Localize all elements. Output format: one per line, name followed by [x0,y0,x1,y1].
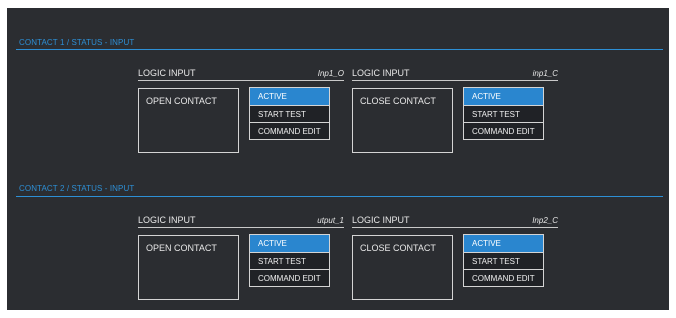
contact-label: OPEN CONTACT [146,243,217,253]
command-stack: ACTIVE START TEST COMMAND EDIT [463,234,544,287]
start-test-button[interactable]: START TEST [250,105,329,122]
logic-input-group-inp1-c: LOGIC INPUT inp1_C CLOSE CONTACT ACTIVE … [352,68,558,158]
logic-input-label: LOGIC INPUT [352,215,410,225]
open-contact-box[interactable]: OPEN CONTACT [138,88,239,153]
section-title-contact-2: CONTACT 2 / STATUS - INPUT [19,184,135,193]
command-stack: ACTIVE START TEST COMMAND EDIT [463,87,544,140]
logic-input-code: utput_1 [317,216,344,225]
start-test-button[interactable]: START TEST [464,252,543,269]
logic-input-underline [352,80,558,81]
start-test-button[interactable]: START TEST [250,252,329,269]
active-button[interactable]: ACTIVE [464,235,543,252]
logic-input-underline [138,227,344,228]
active-button[interactable]: ACTIVE [250,235,329,252]
active-button[interactable]: ACTIVE [464,88,543,105]
logic-input-underline [138,80,344,81]
logic-input-underline [352,227,558,228]
logic-input-group-inp2-c: LOGIC INPUT Inp2_C CLOSE CONTACT ACTIVE … [352,215,558,305]
logic-input-label: LOGIC INPUT [352,68,410,78]
io-config-panel: CONTACT 1 / STATUS - INPUT LOGIC INPUT I… [7,8,669,310]
section-divider [16,49,663,50]
open-contact-box[interactable]: OPEN CONTACT [138,235,239,300]
command-edit-button[interactable]: COMMAND EDIT [464,122,543,139]
command-edit-button[interactable]: COMMAND EDIT [250,122,329,139]
logic-input-group-inp1-o: LOGIC INPUT Inp1_O OPEN CONTACT ACTIVE S… [138,68,344,158]
logic-input-label: LOGIC INPUT [138,68,196,78]
contact-label: CLOSE CONTACT [360,96,436,106]
logic-input-code: Inp2_C [532,216,558,225]
logic-input-code: Inp1_O [317,69,344,78]
close-contact-box[interactable]: CLOSE CONTACT [352,235,453,300]
close-contact-box[interactable]: CLOSE CONTACT [352,88,453,153]
section-divider [16,196,663,197]
command-stack: ACTIVE START TEST COMMAND EDIT [249,87,330,140]
command-stack: ACTIVE START TEST COMMAND EDIT [249,234,330,287]
logic-input-group-output-1: LOGIC INPUT utput_1 OPEN CONTACT ACTIVE … [138,215,344,305]
active-button[interactable]: ACTIVE [250,88,329,105]
section-title-contact-1: CONTACT 1 / STATUS - INPUT [19,38,135,47]
start-test-button[interactable]: START TEST [464,105,543,122]
contact-label: OPEN CONTACT [146,96,217,106]
logic-input-code: inp1_C [532,69,558,78]
contact-label: CLOSE CONTACT [360,243,436,253]
command-edit-button[interactable]: COMMAND EDIT [464,269,543,286]
logic-input-label: LOGIC INPUT [138,215,196,225]
command-edit-button[interactable]: COMMAND EDIT [250,269,329,286]
